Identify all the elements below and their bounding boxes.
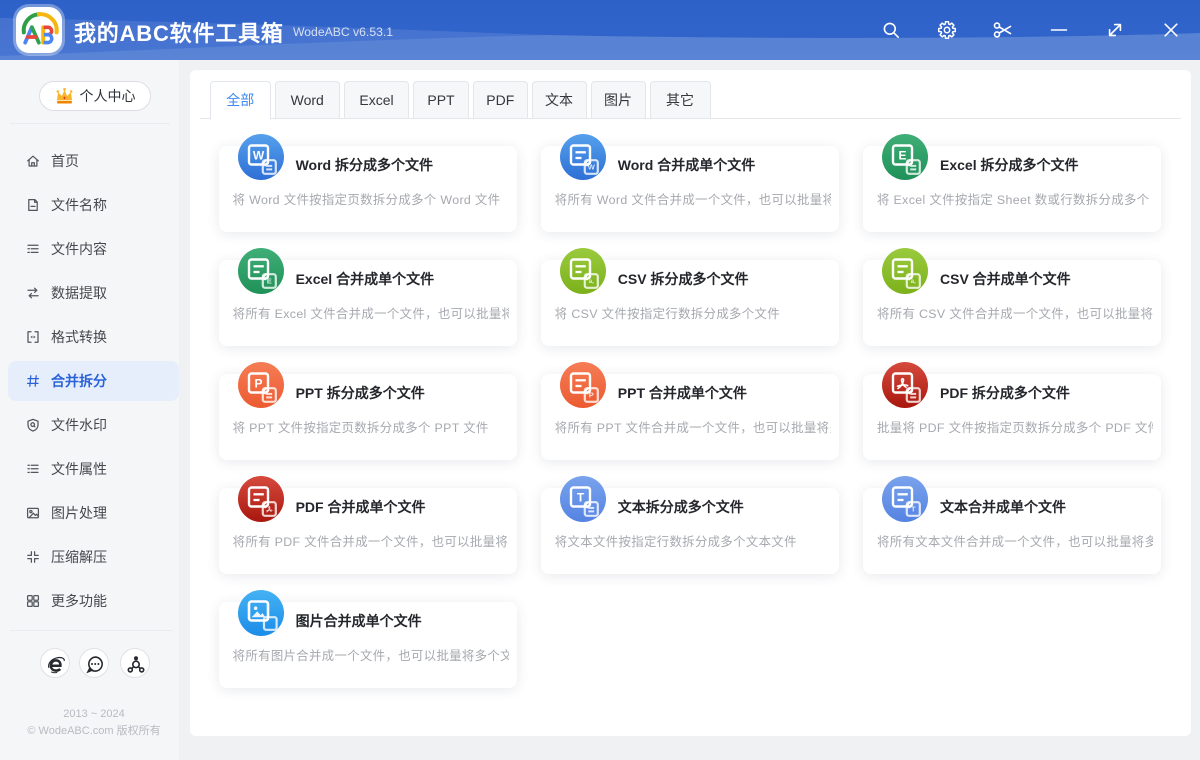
svg-text:a,: a, bbox=[589, 279, 594, 285]
svg-text:P: P bbox=[254, 377, 262, 391]
svg-text:T: T bbox=[911, 505, 916, 514]
svg-text:E: E bbox=[899, 149, 907, 163]
svg-text:a,: a, bbox=[911, 279, 916, 285]
svg-text:T: T bbox=[577, 491, 585, 505]
